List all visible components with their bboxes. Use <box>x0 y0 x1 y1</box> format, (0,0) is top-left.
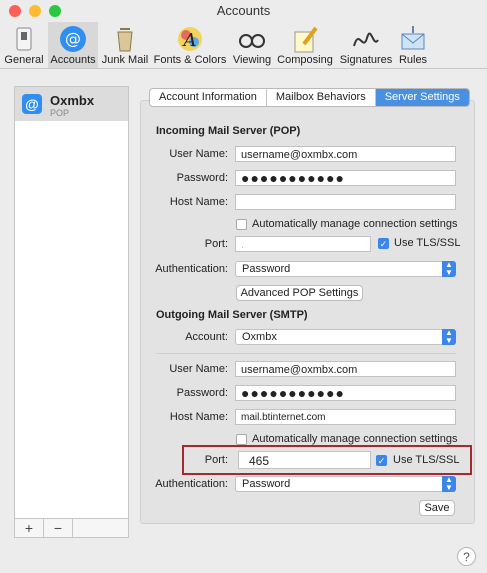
toolbar-rules[interactable]: Rules <box>397 22 429 68</box>
account-name: Oxmbx <box>50 93 95 108</box>
account-row-oxmbx[interactable]: @ Oxmbx POP <box>15 87 128 121</box>
remove-account-button[interactable]: − <box>44 519 73 537</box>
incoming-auto-manage-checkbox[interactable] <box>236 219 247 230</box>
incoming-auth-label: Authentication: <box>155 263 228 275</box>
incoming-password-field[interactable]: ●●●●●●●●●●● <box>235 170 456 186</box>
incoming-heading: Incoming Mail Server (POP) <box>156 125 301 137</box>
outgoing-account-label: Account: <box>185 331 228 343</box>
incoming-auth-value: Password <box>242 263 291 275</box>
accounts-list: @ Oxmbx POP <box>14 86 129 523</box>
chevron-updown-icon: ▲ ▼ <box>442 329 456 345</box>
incoming-host-label: Host Name: <box>169 196 228 208</box>
outgoing-auth-label: Authentication: <box>155 478 228 490</box>
incoming-tls-label: Use TLS/SSL <box>394 237 461 249</box>
account-tabs: Account Information Mailbox Behaviors Se… <box>149 88 470 107</box>
toolbar-signatures[interactable]: Signatures <box>336 22 396 68</box>
glasses-icon <box>239 34 265 48</box>
incoming-username-field[interactable]: username@oxmbx.com <box>235 146 456 162</box>
window-title: Accounts <box>216 3 271 18</box>
incoming-auto-manage-label: Automatically manage connection settings <box>252 218 458 230</box>
toolbar-junk-mail[interactable]: Junk Mail <box>100 22 150 68</box>
preferences-toolbar: General @ Accounts Junk Mail A Fonts & C… <box>0 22 487 69</box>
incoming-password-label: Password: <box>176 172 228 184</box>
outgoing-host-label: Host Name: <box>169 411 228 423</box>
tab-account-information[interactable]: Account Information <box>150 89 267 106</box>
outgoing-account-value: Oxmbx <box>242 331 277 343</box>
outgoing-username-label: User Name: <box>169 363 228 375</box>
switch-icon <box>16 27 32 51</box>
svg-text:@: @ <box>65 29 81 48</box>
incoming-port-label: Port: <box>204 238 228 250</box>
chevron-updown-icon: ▲ ▼ <box>442 476 456 492</box>
toolbar-general[interactable]: General <box>2 22 46 68</box>
outgoing-auth-select[interactable]: Password ▲ ▼ <box>235 476 456 492</box>
help-button[interactable]: ? <box>457 547 476 566</box>
toolbar-fonts-colors[interactable]: A Fonts & Colors <box>152 22 228 68</box>
toolbar-viewing[interactable]: Viewing <box>230 22 274 68</box>
outgoing-account-select[interactable]: Oxmbx ▲ ▼ <box>235 329 456 345</box>
outgoing-auth-value: Password <box>242 478 291 490</box>
outgoing-auto-manage-label: Automatically manage connection settings <box>252 433 458 445</box>
trash-bin-icon <box>117 28 133 52</box>
tab-mailbox-behaviors[interactable]: Mailbox Behaviors <box>267 89 376 106</box>
section-divider <box>156 353 456 354</box>
signature-icon <box>353 32 379 47</box>
outgoing-host-field[interactable]: mail.btinternet.com <box>235 409 456 425</box>
outgoing-username-field[interactable]: username@oxmbx.com <box>235 361 456 377</box>
toolbar-accounts[interactable]: @ Accounts <box>48 22 98 68</box>
outgoing-password-label: Password: <box>176 387 228 399</box>
at-icon: @ <box>60 26 86 52</box>
incoming-tls-checkbox[interactable]: ✓ <box>378 238 389 249</box>
outgoing-auto-manage-checkbox[interactable] <box>236 434 247 445</box>
outgoing-password-field[interactable]: ●●●●●●●●●●● <box>235 385 456 401</box>
zoom-button[interactable] <box>49 5 61 17</box>
title-bar: Accounts <box>0 0 487 22</box>
toolbar-composing[interactable]: Composing <box>276 22 334 68</box>
incoming-username-label: User Name: <box>169 148 228 160</box>
incoming-host-field[interactable] <box>235 194 456 210</box>
account-type: POP <box>50 108 70 118</box>
chevron-updown-icon: ▲ ▼ <box>442 261 456 277</box>
incoming-port-field[interactable]: . <box>235 236 371 252</box>
outgoing-heading: Outgoing Mail Server (SMTP) <box>156 309 308 321</box>
minimize-button[interactable] <box>29 5 41 17</box>
svg-text:A: A <box>182 30 197 51</box>
incoming-auth-select[interactable]: Password ▲ ▼ <box>235 261 456 277</box>
add-account-button[interactable]: + <box>15 519 44 537</box>
port-highlight-box <box>182 445 472 475</box>
close-button[interactable] <box>9 5 21 17</box>
tab-server-settings[interactable]: Server Settings <box>375 89 469 106</box>
at-icon: @ <box>22 94 42 114</box>
window-controls <box>9 5 61 17</box>
account-list-buttons: + − <box>14 518 129 538</box>
font-palette-icon: A <box>178 27 202 51</box>
pencil-paper-icon <box>294 26 318 53</box>
envelope-rules-icon <box>401 26 425 50</box>
save-button[interactable]: Save <box>419 500 455 516</box>
advanced-pop-settings-button[interactable]: Advanced POP Settings <box>236 285 363 301</box>
